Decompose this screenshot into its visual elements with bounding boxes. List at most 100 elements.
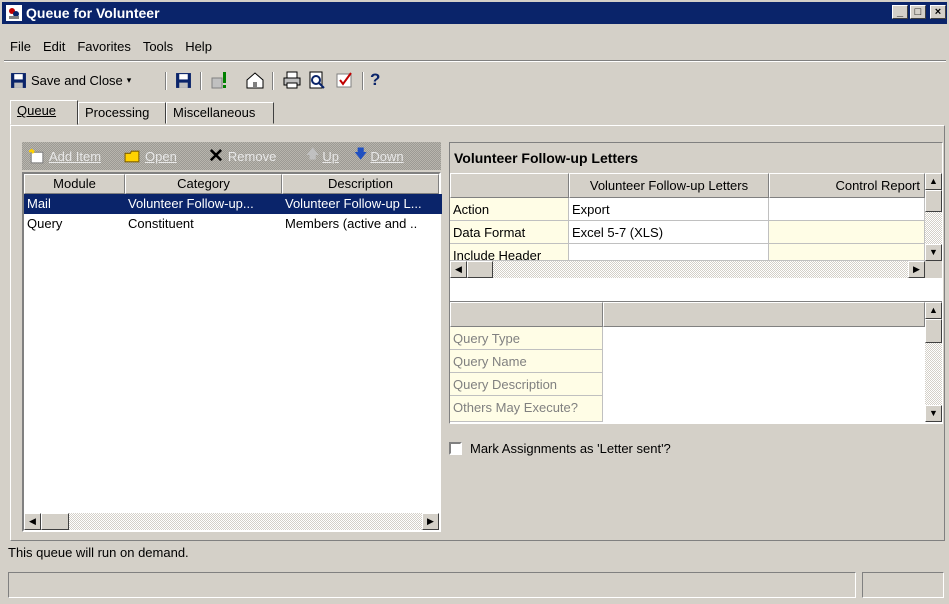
- grid-row-label: Action: [450, 198, 569, 221]
- scroll-right-button[interactable]: ▶: [908, 261, 925, 278]
- add-item-button[interactable]: Add Item: [28, 146, 101, 166]
- tab-strip: Queue Processing Miscellaneous: [10, 100, 410, 126]
- open-button[interactable]: Open: [124, 146, 177, 166]
- grid-cell-data-format[interactable]: Excel 5-7 (XLS): [569, 221, 769, 244]
- item-toolbar: Add Item Open ✕ Remove 🡅 Up 🡇 Down: [22, 142, 441, 170]
- grid-row-label: Include Header: [450, 244, 569, 261]
- query-row-label: Query Description: [450, 373, 603, 396]
- floppy-disk-icon: [11, 72, 26, 88]
- title-bar: Queue for Volunteer _ □ ×: [2, 2, 947, 24]
- query-vertical-scrollbar[interactable]: ▲ ▼: [925, 302, 942, 422]
- app-icon: [6, 5, 22, 21]
- process-button[interactable]: [210, 66, 230, 94]
- cell-category: Volunteer Follow-up...: [125, 194, 285, 214]
- grid-cell-include-header[interactable]: [569, 244, 769, 261]
- column-header-description[interactable]: Description: [282, 174, 439, 194]
- cell-module: Mail: [24, 194, 128, 214]
- status-message: This queue will run on demand.: [8, 545, 189, 560]
- down-button[interactable]: 🡇 Down: [354, 146, 404, 166]
- print-button[interactable]: [282, 66, 302, 94]
- menu-tools[interactable]: Tools: [137, 37, 179, 57]
- grid-cell-action[interactable]: Export: [569, 198, 769, 221]
- tab-processing-label: Processing: [85, 105, 150, 120]
- column-header-category[interactable]: Category: [125, 174, 282, 194]
- grid-cell-empty[interactable]: [769, 198, 925, 221]
- scroll-up-button[interactable]: ▲: [925, 173, 942, 190]
- scroll-right-button[interactable]: ▶: [422, 513, 439, 530]
- grid-column-header[interactable]: Volunteer Follow-up Letters: [569, 173, 769, 198]
- help-button[interactable]: ?: [370, 66, 380, 94]
- grid-horizontal-scrollbar[interactable]: ◀ ▶: [450, 261, 925, 278]
- scroll-left-button[interactable]: ◀: [450, 261, 467, 278]
- table-row[interactable]: Mail Volunteer Follow-up... Volunteer Fo…: [24, 194, 442, 214]
- print-preview-icon: [309, 71, 325, 89]
- up-button[interactable]: 🡅 Up: [306, 146, 339, 166]
- properties-button[interactable]: [245, 66, 265, 94]
- grid-column-header[interactable]: Control Report: [769, 173, 925, 198]
- tab-queue[interactable]: Queue: [10, 100, 78, 125]
- scroll-thumb[interactable]: [41, 513, 69, 530]
- grid-row-label: Data Format: [450, 221, 569, 244]
- cell-category: Constituent: [128, 216, 194, 231]
- printer-icon: [283, 71, 301, 89]
- detail-title: Volunteer Follow-up Letters: [450, 143, 942, 173]
- output-grid[interactable]: Volunteer Follow-up Letters Control Repo…: [450, 173, 942, 300]
- checkbox-box[interactable]: [449, 441, 462, 455]
- cell-module: Query: [27, 216, 63, 231]
- window-title: Queue for Volunteer: [26, 5, 160, 21]
- cell-description: Volunteer Follow-up L...: [282, 194, 442, 214]
- maximize-button[interactable]: □: [910, 5, 926, 19]
- scroll-left-button[interactable]: ◀: [24, 513, 41, 530]
- scroll-corner: [925, 261, 942, 278]
- checkbox-label: Mark Assignments as 'Letter sent'?: [470, 440, 671, 456]
- menu-bar: File Edit Favorites Tools Help: [4, 37, 944, 57]
- grid-cell-empty[interactable]: [769, 244, 925, 261]
- close-button[interactable]: ×: [930, 5, 946, 19]
- exclamation-run-icon: [211, 72, 226, 89]
- grid-corner: [450, 173, 569, 198]
- menu-file[interactable]: File: [4, 37, 37, 57]
- down-arrow-icon: 🡇: [354, 146, 368, 161]
- add-item-label: Add Item: [49, 148, 102, 164]
- menu-favorites[interactable]: Favorites: [71, 37, 136, 57]
- up-label: Up: [322, 148, 339, 164]
- spell-check-button[interactable]: [335, 66, 355, 94]
- help-icon: ?: [370, 70, 381, 89]
- scroll-thumb[interactable]: [925, 190, 942, 212]
- menu-help[interactable]: Help: [179, 37, 218, 57]
- menu-edit[interactable]: Edit: [37, 37, 71, 57]
- query-row-label: Query Type: [450, 327, 603, 350]
- grid-cell-empty[interactable]: [769, 221, 925, 244]
- list-horizontal-scrollbar[interactable]: ◀ ▶: [24, 513, 439, 530]
- down-label: Down: [370, 148, 404, 164]
- scroll-down-button[interactable]: ▼: [925, 244, 942, 261]
- print-preview-button[interactable]: [307, 66, 327, 94]
- query-grid[interactable]: Query Type Query Name Query Description …: [450, 301, 942, 423]
- query-grid-corner: [450, 302, 603, 327]
- toolbar: Save and Close ▾ ?: [10, 66, 510, 94]
- queue-list[interactable]: Module Category Description Mail Volunte…: [22, 172, 442, 532]
- tab-processing[interactable]: Processing: [78, 102, 166, 124]
- table-row[interactable]: Query Constituent Members (active and ..: [24, 214, 439, 234]
- scroll-down-button[interactable]: ▼: [925, 405, 942, 422]
- dropdown-arrow-icon[interactable]: ▾: [127, 75, 132, 86]
- column-header-module[interactable]: Module: [24, 174, 125, 194]
- toolbar-divider: [165, 72, 167, 90]
- save-button[interactable]: [175, 66, 192, 94]
- query-grid-column-header: [603, 302, 925, 327]
- remove-x-icon: ✕: [208, 145, 224, 167]
- detail-panel: Volunteer Follow-up Letters Volunteer Fo…: [449, 142, 943, 424]
- save-and-close-button[interactable]: Save and Close ▾: [10, 66, 131, 94]
- grid-vertical-scrollbar[interactable]: ▲ ▼: [925, 173, 942, 261]
- scroll-thumb[interactable]: [925, 319, 942, 343]
- open-folder-icon: [124, 150, 140, 162]
- scroll-up-button[interactable]: ▲: [925, 302, 942, 319]
- status-panel-main: [8, 572, 856, 598]
- scroll-thumb[interactable]: [467, 261, 493, 278]
- minimize-button[interactable]: _: [892, 5, 908, 19]
- letter-sent-checkbox[interactable]: Mark Assignments as 'Letter sent'?: [449, 440, 671, 456]
- tab-miscellaneous[interactable]: Miscellaneous: [166, 102, 274, 124]
- add-item-icon: [29, 148, 44, 163]
- save-and-close-label: Save and Close: [31, 72, 123, 88]
- remove-button[interactable]: ✕ Remove: [208, 145, 276, 167]
